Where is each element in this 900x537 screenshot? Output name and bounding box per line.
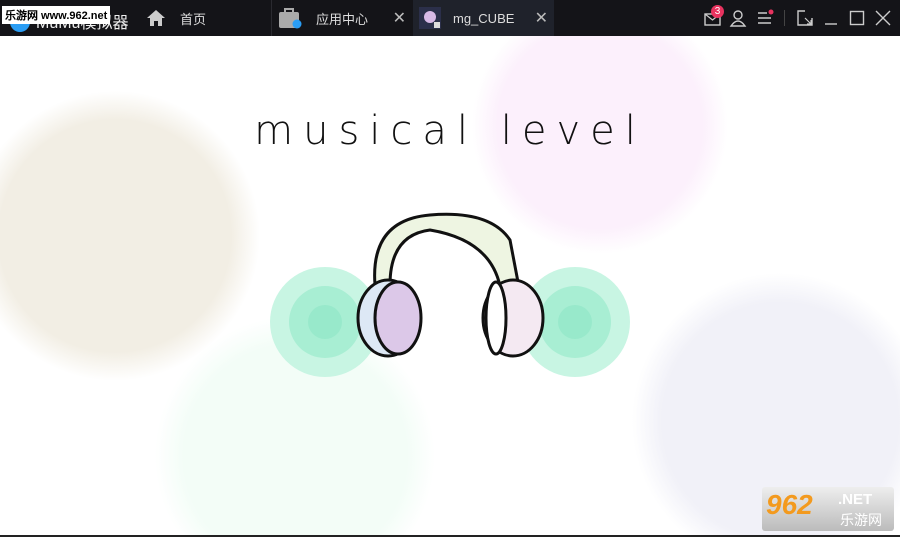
title-bar: 乐游网 www.962.net MuMu模拟器 首页 应用中心 ✕ mg_CUB… <box>0 0 900 36</box>
site-watermark: 乐游网 www.962.net <box>2 6 111 24</box>
resize-window-icon[interactable] <box>796 9 814 27</box>
tab-home[interactable]: 首页 <box>140 0 270 36</box>
maximize-icon[interactable] <box>848 9 866 27</box>
close-icon[interactable] <box>874 9 892 27</box>
tab-mg-cube[interactable]: mg_CUBE ✕ <box>413 0 554 36</box>
headphones-icon[interactable] <box>260 200 640 380</box>
divider <box>784 10 785 26</box>
home-icon <box>147 10 165 26</box>
game-screen[interactable]: musical level <box>0 36 900 535</box>
close-tab-icon[interactable]: ✕ <box>535 8 548 28</box>
app-store-icon <box>279 8 302 29</box>
962-watermark-logo: 962 .NET 乐游网 <box>762 487 894 531</box>
tab-label: 应用中心 <box>316 11 369 27</box>
close-tab-icon[interactable]: ✕ <box>393 8 406 28</box>
tab-label: 首页 <box>180 11 207 27</box>
tab-label: mg_CUBE <box>453 10 515 26</box>
game-icon <box>419 7 441 29</box>
minimize-icon[interactable] <box>822 9 840 27</box>
menu-icon[interactable] <box>756 9 774 27</box>
user-icon[interactable] <box>729 9 747 27</box>
notification-badge: 3 <box>711 5 724 18</box>
game-title: musical level <box>254 108 646 154</box>
tab-app-center[interactable]: 应用中心 ✕ <box>271 0 412 36</box>
